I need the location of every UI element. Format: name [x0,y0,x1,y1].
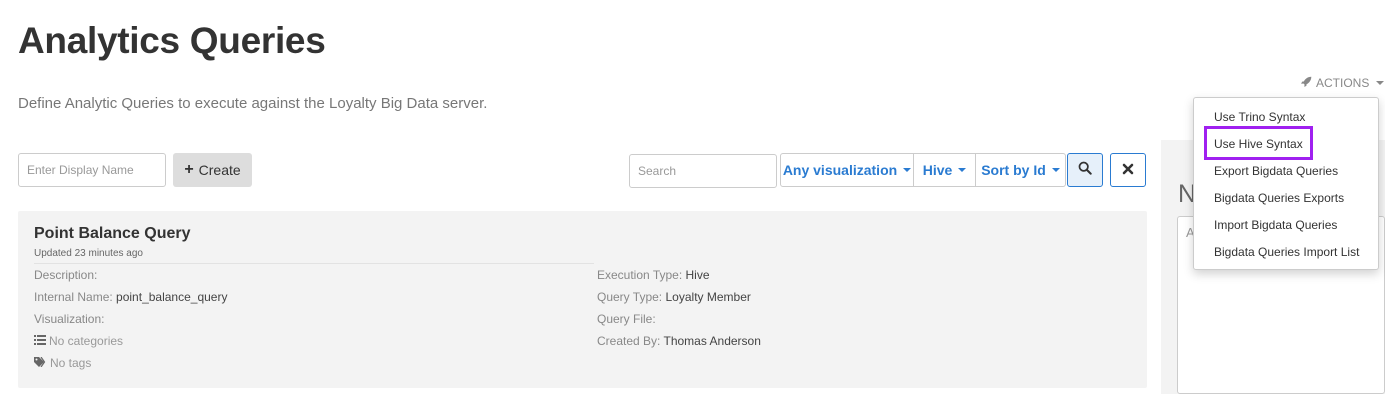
query-card[interactable]: Point Balance Query Updated 23 minutes a… [18,211,1147,388]
execution-type-field: Execution Type: Hive [597,268,710,282]
field-value: point_balance_query [116,290,228,304]
rocket-icon [1301,76,1312,90]
menu-item-bigdata-queries-import-list[interactable]: Bigdata Queries Import List [1214,245,1359,259]
chevron-down-icon [958,168,967,172]
create-button[interactable]: + Create [173,153,252,187]
chevron-down-icon [1051,168,1060,172]
tags-value: No tags [50,356,92,370]
search-input[interactable] [629,154,777,188]
chevron-down-icon [903,168,912,172]
engine-filter-dropdown[interactable]: Hive [914,153,976,187]
menu-item-import-bigdata-queries[interactable]: Import Bigdata Queries [1214,218,1337,232]
categories-value: No categories [49,334,124,348]
menu-item-export-bigdata-queries[interactable]: Export Bigdata Queries [1214,164,1338,178]
page-title: Analytics Queries [18,20,326,61]
actions-label: ACTIONS [1316,76,1370,90]
divider [34,263,594,264]
query-type-field: Query Type: Loyalty Member [597,290,751,304]
clear-button[interactable] [1110,153,1146,187]
created-by-field: Created By: Thomas Anderson [597,334,761,348]
tags-icon [34,356,47,370]
field-label: Query File: [597,312,656,326]
field-label: Query Type: [597,290,663,304]
tags-field: No tags [34,356,91,370]
field-label: Description: [34,268,98,282]
field-value: Thomas Anderson [663,334,761,348]
description-field: Description: [34,268,97,282]
visualization-filter-dropdown[interactable]: Any visualization [780,153,914,187]
chevron-down-icon [1376,81,1385,85]
sort-dropdown[interactable]: Sort by Id [976,153,1066,187]
list-icon [34,334,46,348]
close-icon [1122,162,1134,179]
menu-item-bigdata-queries-exports[interactable]: Bigdata Queries Exports [1214,191,1344,205]
actions-dropdown-menu: Use Trino Syntax Use Hive Syntax Export … [1193,97,1379,270]
sort-label: Sort by Id [981,162,1046,178]
field-label: Created By: [597,334,661,348]
query-updated-time: Updated 23 minutes ago [34,248,143,259]
menu-item-use-hive-syntax[interactable]: Use Hive Syntax [1214,137,1303,151]
engine-filter-label: Hive [922,162,953,178]
query-title[interactable]: Point Balance Query [34,225,191,243]
field-value: Hive [685,268,710,282]
internal-name-field: Internal Name: point_balance_query [34,290,227,304]
plus-icon: + [184,161,194,178]
field-label: Visualization: [34,312,105,326]
search-icon [1078,161,1092,180]
field-label: Internal Name: [34,290,113,304]
visualization-field: Visualization: [34,312,105,326]
page-description: Define Analytic Queries to execute again… [18,95,488,112]
field-label: Execution Type: [597,268,683,282]
actions-menu-button[interactable]: ACTIONS [1301,76,1385,90]
create-button-label: Create [198,162,241,178]
display-name-input[interactable] [18,153,166,187]
visualization-filter-label: Any visualization [782,162,898,178]
search-button[interactable] [1067,153,1103,187]
menu-item-use-trino-syntax[interactable]: Use Trino Syntax [1214,110,1305,124]
field-value: Loyalty Member [665,290,751,304]
query-file-field: Query File: [597,312,656,326]
categories-field: No categories [34,334,123,348]
